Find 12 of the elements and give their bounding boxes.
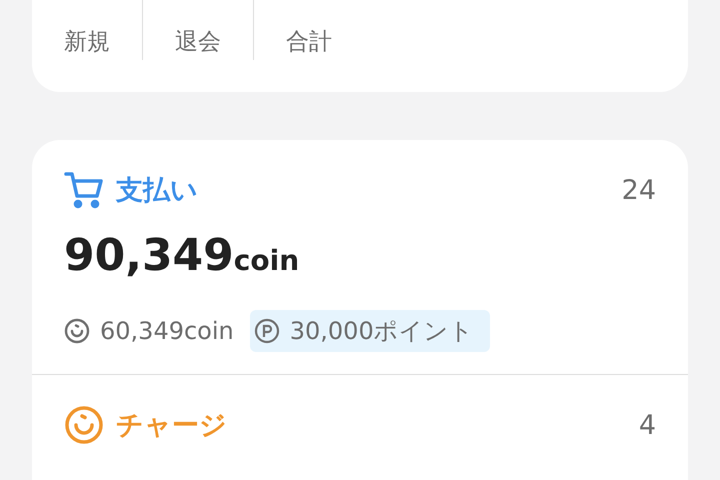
breakdown-label: 60,349coin: [64, 310, 240, 352]
amount-value: 90,349coin: [64, 234, 300, 278]
stat-label: 合計: [286, 29, 332, 55]
count-label: 4: [638, 410, 656, 440]
stat-label: 新規: [64, 29, 110, 55]
count-label: 24: [622, 174, 656, 206]
section-title: チャージ: [116, 409, 227, 443]
point-icon: [254, 318, 280, 344]
section-title: 支払い: [116, 174, 198, 208]
breakdown-chip: 30,000ポイント: [250, 310, 490, 352]
stat-label: 退会: [175, 29, 221, 55]
coin-icon: [64, 318, 90, 344]
